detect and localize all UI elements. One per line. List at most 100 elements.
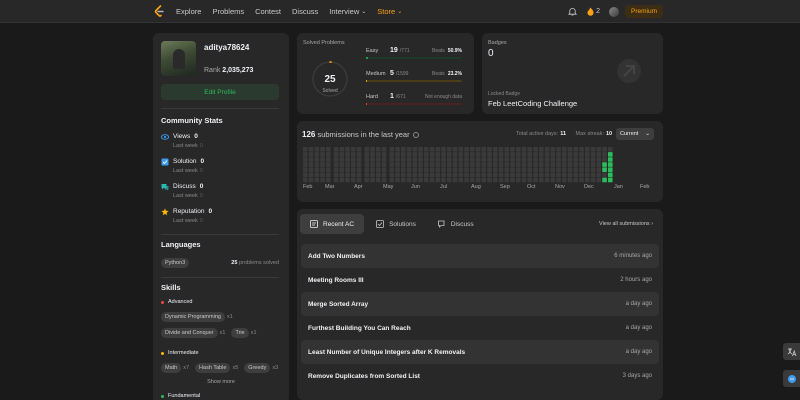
- heatmap-cell[interactable]: [556, 167, 561, 172]
- nav-interview[interactable]: Interview ⌄: [329, 7, 366, 16]
- heatmap-cell[interactable]: [493, 147, 498, 152]
- heatmap-cell[interactable]: [567, 152, 573, 157]
- heatmap-cell[interactable]: [364, 147, 370, 152]
- heatmap-cell[interactable]: [406, 147, 412, 152]
- heatmap-cell[interactable]: [435, 172, 441, 178]
- heatmap-cell[interactable]: [447, 177, 452, 183]
- heatmap-cell[interactable]: [533, 147, 538, 152]
- heatmap-cell[interactable]: [533, 152, 538, 157]
- heatmap-cell[interactable]: [550, 167, 556, 172]
- heatmap-cell[interactable]: [406, 177, 412, 183]
- heatmap-cell[interactable]: [389, 147, 395, 152]
- heatmap-cell[interactable]: [376, 162, 381, 167]
- heatmap-cell[interactable]: [608, 167, 613, 172]
- heatmap-cell[interactable]: [573, 172, 579, 178]
- heatmap-cell[interactable]: [452, 152, 458, 157]
- skill-tag[interactable]: Greedy: [244, 363, 271, 373]
- heatmap-cell[interactable]: [527, 162, 533, 167]
- heatmap-cell[interactable]: [376, 157, 381, 162]
- heatmap-cell[interactable]: [320, 172, 325, 178]
- heatmap-cell[interactable]: [470, 147, 475, 152]
- heatmap-cell[interactable]: [320, 177, 325, 183]
- heatmap-cell[interactable]: [381, 157, 387, 162]
- heatmap-cell[interactable]: [596, 162, 602, 167]
- heatmap-cell[interactable]: [493, 157, 498, 162]
- heatmap-cell[interactable]: [356, 172, 362, 178]
- heatmap-cell[interactable]: [424, 162, 429, 167]
- heatmap-cell[interactable]: [596, 152, 602, 157]
- heatmap-cell[interactable]: [527, 177, 533, 183]
- heatmap-cell[interactable]: [585, 157, 590, 162]
- heatmap-cell[interactable]: [452, 162, 458, 167]
- heatmap-cell[interactable]: [516, 167, 521, 172]
- heatmap-cell[interactable]: [326, 147, 331, 152]
- heatmap-cell[interactable]: [401, 167, 406, 172]
- heatmap-cell[interactable]: [447, 157, 452, 162]
- heatmap-cell[interactable]: [345, 162, 350, 167]
- heatmap-cell[interactable]: [326, 167, 331, 172]
- heatmap-cell[interactable]: [308, 167, 314, 172]
- heatmap-cell[interactable]: [487, 147, 492, 152]
- heatmap-cell[interactable]: [395, 172, 400, 178]
- heatmap-cell[interactable]: [339, 147, 345, 152]
- heatmap-cell[interactable]: [339, 152, 345, 157]
- heatmap-cell[interactable]: [364, 177, 370, 183]
- heatmap-cell[interactable]: [550, 152, 556, 157]
- heatmap-cell[interactable]: [527, 157, 533, 162]
- nav-contest[interactable]: Contest: [255, 7, 281, 16]
- edit-profile-button[interactable]: Edit Profile: [161, 84, 279, 100]
- heatmap-cell[interactable]: [585, 172, 590, 178]
- heatmap-cell[interactable]: [544, 147, 550, 152]
- heatmap-cell[interactable]: [435, 157, 441, 162]
- feedback-button[interactable]: [783, 370, 800, 387]
- heatmap-cell[interactable]: [567, 177, 573, 183]
- heatmap-cell[interactable]: [333, 167, 339, 172]
- heatmap-cell[interactable]: [602, 157, 607, 162]
- heatmap-cell[interactable]: [516, 172, 521, 178]
- heatmap-cell[interactable]: [458, 157, 464, 162]
- heatmap-cell[interactable]: [493, 162, 498, 167]
- leetcode-logo-icon[interactable]: [153, 5, 165, 18]
- heatmap-cell[interactable]: [320, 147, 325, 152]
- heatmap-cell[interactable]: [562, 167, 567, 172]
- heatmap-cell[interactable]: [562, 177, 567, 183]
- heatmap-cell[interactable]: [481, 152, 487, 157]
- heatmap-cell[interactable]: [504, 177, 510, 183]
- heatmap-cell[interactable]: [481, 167, 487, 172]
- heatmap-cell[interactable]: [333, 172, 339, 178]
- heatmap-cell[interactable]: [435, 147, 441, 152]
- heatmap-cell[interactable]: [333, 147, 339, 152]
- heatmap-cell[interactable]: [364, 162, 370, 167]
- heatmap-cell[interactable]: [458, 172, 464, 178]
- heatmap-cell[interactable]: [429, 172, 435, 178]
- heatmap-cell[interactable]: [539, 177, 544, 183]
- heatmap-cell[interactable]: [447, 147, 452, 152]
- heatmap-cell[interactable]: [579, 157, 584, 162]
- heatmap-cell[interactable]: [308, 177, 314, 183]
- heatmap-cell[interactable]: [395, 177, 400, 183]
- heatmap-cell[interactable]: [339, 167, 345, 172]
- heatmap-cell[interactable]: [504, 152, 510, 157]
- heatmap-cell[interactable]: [544, 162, 550, 167]
- heatmap-cell[interactable]: [590, 147, 596, 152]
- heatmap-cell[interactable]: [475, 162, 481, 167]
- heatmap-cell[interactable]: [475, 167, 481, 172]
- heatmap-cell[interactable]: [351, 157, 356, 162]
- heatmap-cell[interactable]: [550, 177, 556, 183]
- heatmap-cell[interactable]: [406, 172, 412, 178]
- heatmap-cell[interactable]: [596, 147, 602, 152]
- heatmap-cell[interactable]: [556, 147, 561, 152]
- heatmap-cell[interactable]: [345, 157, 350, 162]
- heatmap-cell[interactable]: [573, 177, 579, 183]
- heatmap-cell[interactable]: [481, 157, 487, 162]
- heatmap-cell[interactable]: [596, 172, 602, 178]
- heatmap-cell[interactable]: [487, 167, 492, 172]
- heatmap-cell[interactable]: [412, 172, 418, 178]
- heatmap-cell[interactable]: [458, 152, 464, 157]
- heatmap-cell[interactable]: [376, 167, 381, 172]
- heatmap-cell[interactable]: [389, 177, 395, 183]
- heatmap-cell[interactable]: [539, 152, 544, 157]
- heatmap-cell[interactable]: [389, 152, 395, 157]
- heatmap-cell[interactable]: [441, 172, 446, 178]
- heatmap-cell[interactable]: [608, 172, 613, 178]
